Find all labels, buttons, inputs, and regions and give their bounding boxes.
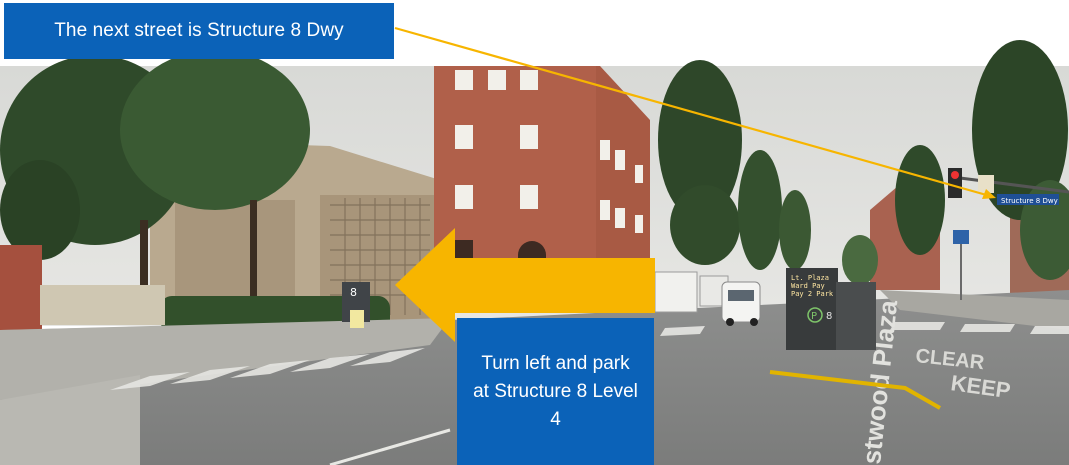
kiosk-sign-line-1: Lt. Plaza xyxy=(791,274,829,282)
turn-instruction-callout: Turn left and park at Structure 8 Level … xyxy=(457,318,654,465)
kiosk-sign-line-2: Ward Pay xyxy=(791,282,825,290)
kiosk-logo: P xyxy=(811,311,817,322)
street-name-sign-text: Structure 8 Dwy xyxy=(1001,197,1058,205)
structure-sign-number: 8 xyxy=(350,286,357,299)
kiosk-sign-line-3: Pay 2 Park xyxy=(791,290,834,298)
kiosk-number: 8 xyxy=(826,311,832,322)
structure-sign: 8 xyxy=(342,282,370,328)
next-street-callout: The next street is Structure 8 Dwy xyxy=(4,3,394,59)
low-wall xyxy=(40,285,165,325)
